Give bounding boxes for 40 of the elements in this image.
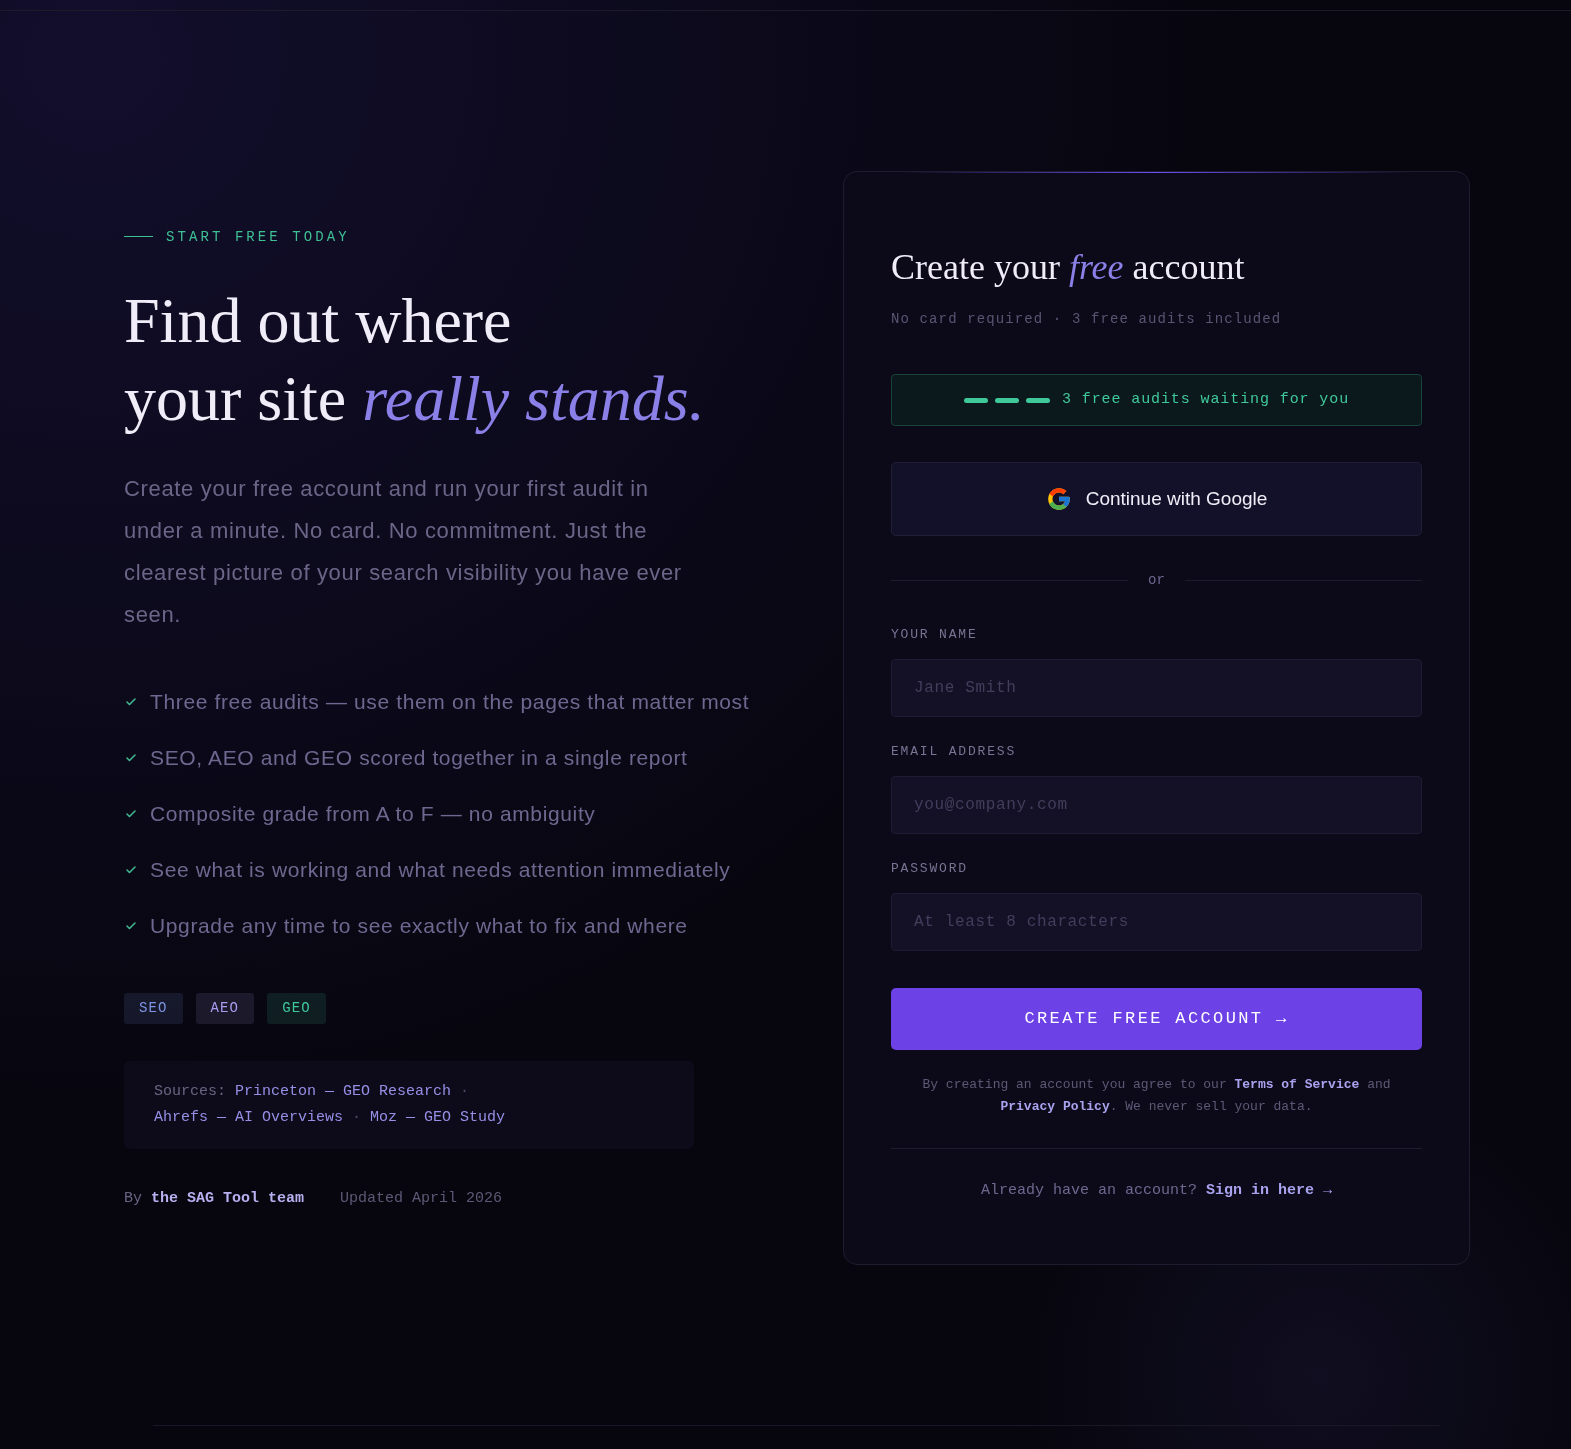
benefit-text: SEO, AEO and GEO scored together in a single report	[150, 744, 688, 771]
audits-banner-text: 3 free audits waiting for you	[1061, 390, 1350, 410]
topic-tag: SEO	[124, 992, 183, 1024]
benefit-text: Upgrade any time to see exactly what to fix and where	[150, 912, 688, 939]
terms-notice: By creating an account you agree to our Terms of Service and Privacy Policy. We never sell your data.	[921, 1076, 1392, 1116]
policy-link[interactable]: Privacy Policy	[1000, 1099, 1110, 1114]
sources-label: Sources:	[154, 1082, 226, 1100]
topic-tag: AEO	[195, 992, 255, 1024]
separator-dot: ·	[460, 1082, 470, 1100]
policy-link[interactable]: Terms of Service	[1234, 1077, 1360, 1092]
benefit-text: Composite grade from A to F — no ambiguity	[150, 800, 596, 827]
intro-paragraph: Create your free account and run your first audit in under a minute. No card. No commitment. Just the clearest picture of your search visibility you have ever seen.	[124, 474, 683, 629]
field-label: EMAIL ADDRESS	[891, 743, 1018, 761]
check-icon	[125, 751, 137, 764]
signin-link[interactable]: Sign in here →	[1206, 1182, 1333, 1199]
check-icon	[125, 695, 137, 708]
signin-prompt: Already have an account? Sign in here →	[979, 1181, 1334, 1201]
updated-date: Updated April 2026	[340, 1188, 503, 1209]
field-label: YOUR NAME	[891, 626, 979, 644]
separator-dot: ·	[352, 1108, 362, 1126]
card-title: Create your free account	[891, 246, 1246, 289]
field-label: PASSWORD	[891, 860, 969, 878]
source-link[interactable]: Ahrefs — AI Overviews	[154, 1108, 344, 1126]
check-icon	[125, 919, 137, 932]
source-link[interactable]: Moz — GEO Study	[370, 1108, 506, 1126]
check-icon	[125, 863, 137, 876]
byline: By the SAG Tool team	[124, 1188, 305, 1209]
benefit-text: See what is working and what needs attention immediately	[150, 856, 731, 883]
create-account-button[interactable]: CREATE FREE ACCOUNT →	[891, 988, 1422, 1050]
check-icon	[125, 807, 137, 820]
eyebrow-label: START FREE TODAY	[166, 227, 350, 247]
divider-label: or	[1148, 570, 1165, 590]
google-signin-button[interactable]: Continue with Google	[891, 462, 1422, 536]
source-link[interactable]: Princeton — GEO Research	[235, 1082, 452, 1100]
topic-tag: GEO	[267, 992, 326, 1024]
benefit-text: Three free audits — use them on the pages that matter most	[150, 688, 750, 715]
author-link[interactable]: the SAG Tool team	[151, 1189, 305, 1207]
g-logo-icon	[1045, 486, 1072, 512]
card-subtitle: No card required · 3 free audits included	[891, 310, 1283, 329]
headline: Find out where your site really stands.	[124, 283, 706, 436]
